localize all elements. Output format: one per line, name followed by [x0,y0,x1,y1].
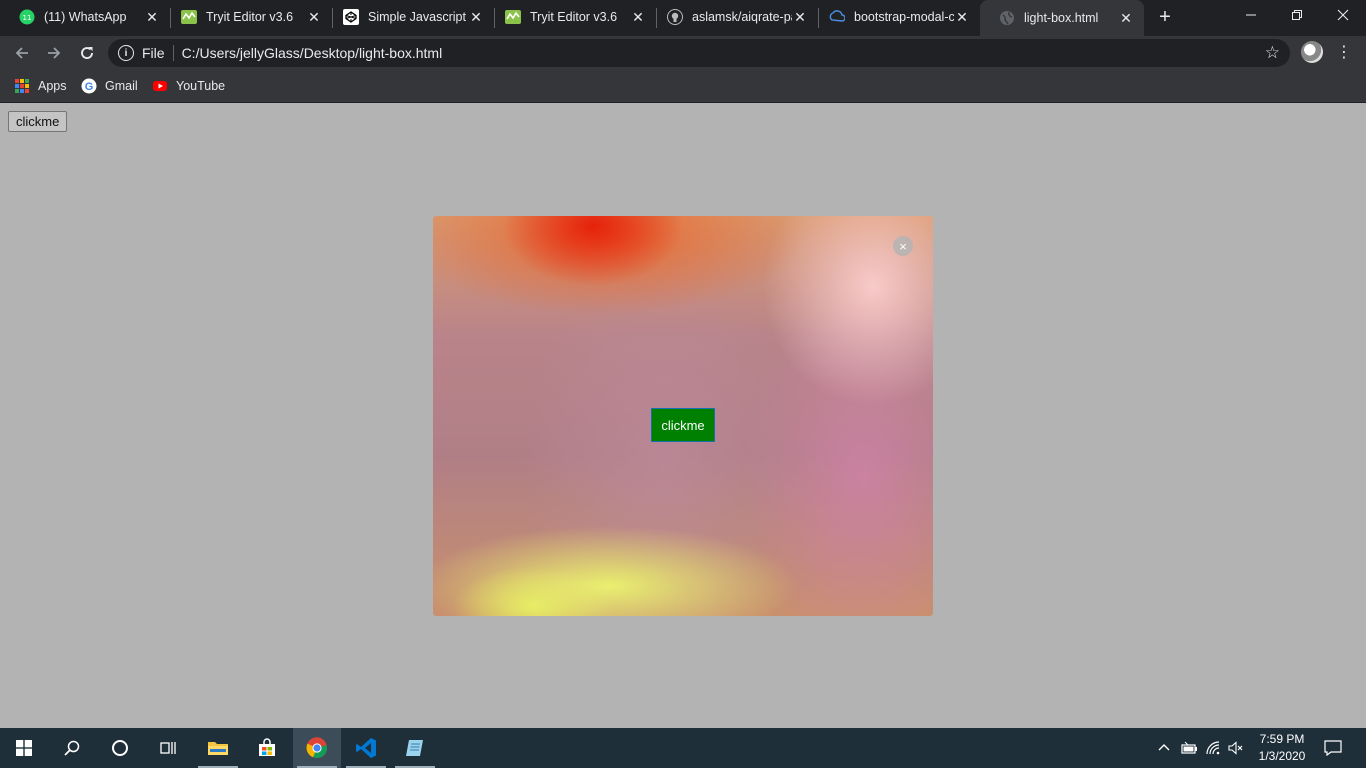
chrome-icon[interactable] [293,728,341,768]
tab-simple-javascript[interactable]: Simple Javascript L ✕ [324,0,494,34]
search-icon[interactable] [48,728,96,768]
action-center-icon[interactable] [1324,728,1342,768]
bookmark-youtube[interactable]: YouTube [152,77,225,95]
bookmark-star-icon[interactable]: ☆ [1265,43,1280,63]
restore-icon[interactable] [1274,0,1320,30]
windows-taskbar: 7:59 PM 1/3/2020 [0,728,1366,768]
reload-icon[interactable] [74,40,100,66]
tab-light-box[interactable]: light-box.html ✕ [980,0,1144,36]
lightbox-modal: × clickme [433,216,933,616]
tab-github[interactable]: aslamsk/aiqrate-pa ✕ [648,0,818,34]
google-icon: G [81,78,97,94]
codepen-icon [343,9,359,25]
back-icon[interactable] [9,40,35,66]
bookmark-label: Gmail [105,79,138,93]
tab-tryit-editor-1[interactable]: Tryit Editor v3.6 ✕ [162,0,332,34]
tab-close-icon[interactable]: ✕ [468,9,484,25]
minimize-icon[interactable] [1228,0,1274,30]
tab-title: aslamsk/aiqrate-pa [692,10,792,24]
tab-close-icon[interactable]: ✕ [1118,10,1134,26]
tab-strip: 11 (11) WhatsApp ✕ Tryit Editor v3.6 ✕ S… [0,0,1366,36]
tab-title: Simple Javascript L [368,10,468,24]
scheme-label: File [142,45,165,61]
browser-menu-icon[interactable]: ⋮ [1336,42,1352,64]
profile-avatar[interactable] [1301,41,1323,63]
tab-title: light-box.html [1024,11,1099,25]
svg-text:11: 11 [23,14,32,22]
cortana-icon[interactable] [96,728,144,768]
page-overlay[interactable]: clickme × clickme [0,103,1366,728]
start-icon[interactable] [0,728,48,768]
tab-close-icon[interactable]: ✕ [306,9,322,25]
system-clock[interactable]: 7:59 PM 1/3/2020 [1252,731,1312,765]
bookmark-gmail[interactable]: G Gmail [81,77,138,95]
new-tab-icon[interactable]: + [1154,6,1176,28]
clock-time: 7:59 PM [1259,732,1305,746]
browser-toolbar: i File C:/Users/jellyGlass/Desktop/light… [0,36,1366,70]
vscode-icon[interactable] [342,728,390,768]
tab-close-icon[interactable]: ✕ [954,9,970,25]
bookmarks-bar: Apps G Gmail YouTube [0,70,1366,103]
clock-date: 1/3/2020 [1258,749,1306,763]
bookmark-label: Apps [38,79,67,93]
apps-grid-icon [14,78,30,94]
tab-bootstrap-modal[interactable]: bootstrap-modal-c ✕ [810,0,980,34]
tab-title: bootstrap-modal-c [854,10,954,24]
whatsapp-icon: 11 [19,9,35,25]
url-text[interactable]: C:/Users/jellyGlass/Desktop/light-box.ht… [182,45,443,61]
youtube-icon [152,78,168,94]
github-icon [667,9,683,25]
bookmark-apps[interactable]: Apps [14,77,67,95]
tab-title: (11) WhatsApp [44,10,127,24]
volume-muted-icon[interactable] [1228,728,1244,768]
bookmark-label: YouTube [176,79,226,93]
tab-close-icon[interactable]: ✕ [792,9,808,25]
tab-whatsapp[interactable]: 11 (11) WhatsApp ✕ [0,0,170,34]
open-lightbox-button[interactable]: clickme [8,111,68,132]
w3schools-icon [505,9,521,25]
site-info-icon[interactable]: i [118,45,134,61]
store-icon[interactable] [243,728,291,768]
wifi-icon[interactable] [1206,728,1222,768]
notepad-icon[interactable] [391,728,439,768]
show-hidden-icons-icon[interactable] [1157,728,1171,768]
tab-close-icon[interactable]: ✕ [630,9,646,25]
globe-icon [999,10,1015,26]
forward-icon[interactable] [41,40,67,66]
lightbox-close-icon[interactable]: × [893,236,913,256]
tab-title: Tryit Editor v3.6 [206,10,294,24]
task-view-icon[interactable] [144,728,192,768]
battery-icon[interactable] [1180,728,1198,768]
omnibox-divider [172,45,174,61]
lightbox-clickme-button[interactable]: clickme [651,408,715,442]
tab-tryit-editor-2[interactable]: Tryit Editor v3.6 ✕ [486,0,656,34]
tab-close-icon[interactable]: ✕ [144,9,160,25]
address-bar[interactable]: i File C:/Users/jellyGlass/Desktop/light… [108,39,1290,67]
codesandbox-icon [829,9,845,25]
file-explorer-icon[interactable] [194,728,242,768]
w3schools-icon [181,9,197,25]
window-close-icon[interactable] [1320,0,1366,30]
svg-text:G: G [85,81,94,93]
tab-title: Tryit Editor v3.6 [530,10,618,24]
